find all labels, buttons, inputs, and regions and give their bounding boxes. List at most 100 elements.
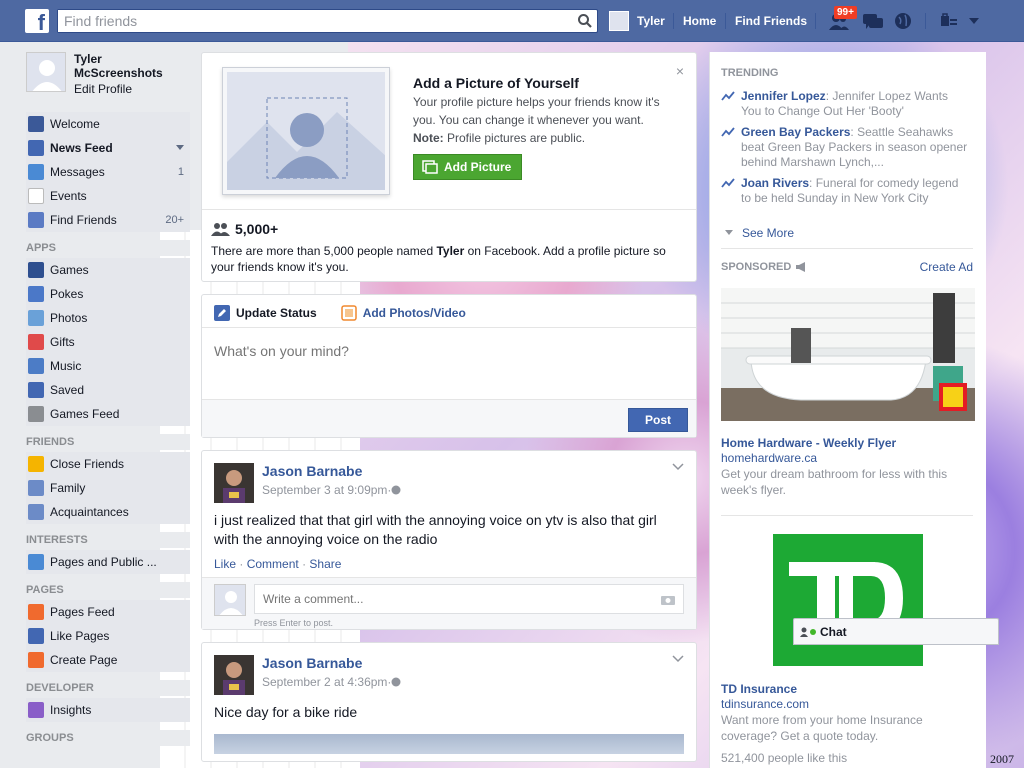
add-picture-title: Add a Picture of Yourself [413,75,579,91]
comment-link[interactable]: Comment [247,557,299,571]
author-avatar[interactable] [214,655,254,695]
search-box [57,9,598,33]
post-author[interactable]: Jason Barnabe [262,655,401,671]
ad-url[interactable]: tdinsurance.com [721,697,809,711]
nav-profile-link[interactable]: Tyler [609,11,665,31]
sidebar-item-saved[interactable]: Saved [26,378,190,402]
megaphone-icon [796,262,806,272]
status-input[interactable] [214,343,674,359]
messages-icon[interactable] [862,12,884,30]
sidebar-item-close-friends[interactable]: Close Friends [26,452,190,476]
section-head-pages[interactable]: PAGES [26,582,190,598]
sidebar-item-news-feed[interactable]: News Feed [26,136,190,160]
post-options-chevron-icon[interactable] [672,655,684,663]
section-head-interests[interactable]: INTERESTS [26,532,190,548]
post-timestamp[interactable]: September 2 at 4:36pm [262,675,387,689]
sidebar-item-label: Find Friends [50,213,117,227]
nav-find-friends-link[interactable]: Find Friends [735,14,807,28]
nav-separator [925,13,926,29]
trending-text: Green Bay Packers: Seattle Seahawks beat… [741,125,971,170]
nav-home-link[interactable]: Home [683,14,716,28]
profile-picture-placeholder[interactable] [222,67,390,195]
trending-topic[interactable]: Jennifer Lopez [741,89,826,103]
sidebar-item-pages-and-public[interactable]: Pages and Public ... [26,550,190,574]
see-more-link[interactable]: See More [724,226,794,240]
edit-profile-link[interactable]: Edit Profile [74,82,184,96]
close-icon[interactable]: × [676,63,684,79]
people-desc-part: There are more than 5,000 people named [211,244,437,258]
sidebar-pokes-icon [28,286,44,302]
post-timestamp[interactable]: September 3 at 9:09pm [262,483,387,497]
sidebar-acquaintances-icon [28,504,44,520]
bathroom-photo [721,288,975,421]
sidebar-item-label: Pokes [50,287,84,301]
sidebar-item-events[interactable]: Events [26,184,190,208]
ad-title[interactable]: Home Hardware - Weekly Flyer [721,436,896,450]
comment-input[interactable] [254,584,684,614]
trending-item[interactable]: Joan Rivers: Funeral for comedy legend t… [721,176,971,206]
sidebar-item-welcome[interactable]: Welcome [26,112,190,136]
public-globe-icon[interactable] [391,485,401,495]
sidebar-item-label: Events [50,189,87,203]
trending-topic[interactable]: Joan Rivers [741,176,809,190]
share-link[interactable]: Share [309,557,341,571]
sidebar-item-pokes[interactable]: Pokes [26,282,190,306]
see-more-label: See More [742,226,795,240]
sidebar-item-music[interactable]: Music [26,354,190,378]
ad-title[interactable]: TD Insurance [721,682,797,696]
note-text: Profile pictures are public. [443,131,586,145]
sidebar-item-games-feed[interactable]: Games Feed [26,402,190,426]
facebook-logo[interactable]: f [25,9,49,35]
create-ad-link[interactable]: Create Ad [920,260,973,274]
ad-image-td-insurance[interactable] [773,534,923,666]
sidebar-item-insights[interactable]: Insights [26,698,190,722]
trending-topic[interactable]: Green Bay Packers [741,125,850,139]
post-options-chevron-icon[interactable] [672,463,684,471]
sidebar-item-gifts[interactable]: Gifts [26,330,190,354]
sidebar-item-games[interactable]: Games [26,258,190,282]
trending-item[interactable]: Green Bay Packers: Seattle Seahawks beat… [721,125,971,170]
sidebar-item-create-page[interactable]: Create Page [26,648,190,672]
author-photo [214,463,254,503]
like-link[interactable]: Like [214,557,236,571]
tab-add-photos[interactable]: Add Photos/Video [340,305,466,321]
tab-update-status[interactable]: Update Status [214,305,317,321]
section-head-groups[interactable]: GROUPS [26,730,190,746]
public-globe-icon[interactable] [391,677,401,687]
sidebar-saved-icon [28,382,44,398]
post-author[interactable]: Jason Barnabe [262,463,401,479]
ad-url[interactable]: homehardware.ca [721,451,817,465]
post-photo[interactable] [214,734,684,754]
sidebar-item-messages[interactable]: Messages 1 [26,160,190,184]
chat-bar[interactable]: Chat [793,618,999,645]
sidebar-like-pages-icon [28,628,44,644]
sidebar-item-pages-feed[interactable]: Pages Feed [26,600,190,624]
section-head-developer[interactable]: DEVELOPER [26,680,190,696]
post-button[interactable]: Post [628,408,688,432]
globe-icon[interactable] [893,11,913,31]
account-menu-chevron-icon[interactable] [968,16,980,26]
background-year-mark: 2007 [990,752,1014,766]
sidebar-item-like-pages[interactable]: Like Pages [26,624,190,648]
section-head-apps[interactable]: APPS [26,240,190,256]
right-sidebar: TRENDING Jennifer Lopez: Jennifer Lopez … [709,52,986,768]
nav-friends-group: Close Friends Family Acquaintances [26,452,190,524]
search-input[interactable] [58,10,558,32]
search-icon[interactable] [577,13,593,29]
profile-picture[interactable] [26,52,66,92]
sidebar-item-label: Pages and Public ... [50,555,157,569]
sidebar-item-family[interactable]: Family [26,476,190,500]
camera-icon[interactable] [660,594,676,606]
profile-name[interactable]: Tyler McScreenshots [74,52,184,80]
sidebar-item-photos[interactable]: Photos [26,306,190,330]
news-feed-chevron-icon[interactable] [176,142,184,154]
trending-item[interactable]: Jennifer Lopez: Jennifer Lopez Wants You… [721,89,971,119]
ad-image-home-hardware[interactable] [721,288,975,421]
author-avatar[interactable] [214,463,254,503]
add-picture-button[interactable]: Add Picture [413,154,522,180]
privacy-shortcuts-icon[interactable] [940,13,958,29]
sidebar-messages-icon [28,164,44,180]
sidebar-item-find-friends[interactable]: Find Friends 20+ [26,208,190,232]
sidebar-item-acquaintances[interactable]: Acquaintances [26,500,190,524]
section-head-friends[interactable]: FRIENDS [26,434,190,450]
